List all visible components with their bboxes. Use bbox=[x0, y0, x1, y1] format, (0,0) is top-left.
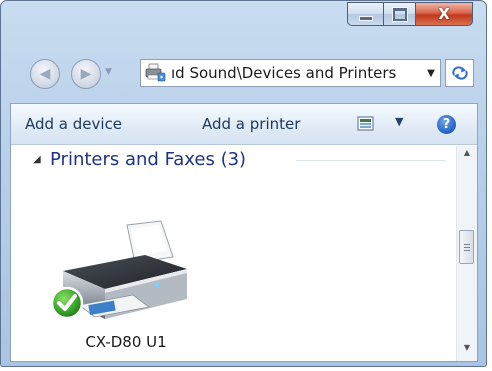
address-path[interactable]: ıd Sound\Devices and Printers bbox=[171, 64, 422, 82]
printer-icon bbox=[50, 220, 187, 320]
collapse-triangle-icon[interactable]: ◢ bbox=[33, 154, 41, 165]
refresh-button[interactable] bbox=[445, 59, 474, 87]
change-view-icon[interactable] bbox=[357, 116, 381, 132]
chevron-down-icon: ▼ bbox=[395, 115, 404, 128]
content-pane: Add a device Add a printer ▼ ? ◢ Printer… bbox=[10, 103, 478, 362]
back-button[interactable]: ◀ bbox=[30, 59, 60, 89]
help-icon: ? bbox=[442, 117, 451, 132]
forward-arrow-icon: ▶ bbox=[80, 66, 92, 82]
group-title: Printers and Faxes (3) bbox=[50, 149, 247, 170]
scroll-down-button[interactable]: ▼ bbox=[457, 343, 477, 359]
scroll-thumb[interactable] bbox=[459, 230, 474, 264]
add-printer-button[interactable]: Add a printer bbox=[202, 115, 300, 133]
refresh-icon bbox=[451, 66, 468, 80]
recent-pages-button[interactable]: ▼ bbox=[105, 67, 112, 77]
title-bar[interactable]: X bbox=[1, 1, 486, 49]
maximize-icon bbox=[392, 7, 407, 21]
group-header[interactable]: ◢ Printers and Faxes (3) bbox=[11, 146, 456, 172]
minimize-icon bbox=[358, 15, 373, 21]
view-options-dropdown[interactable]: ▼ bbox=[395, 115, 403, 128]
vertical-scrollbar[interactable]: ▲ ▼ bbox=[456, 146, 477, 361]
chevron-down-icon: ▼ bbox=[427, 67, 435, 79]
back-arrow-icon: ◀ bbox=[39, 66, 51, 82]
caption-buttons: X bbox=[347, 2, 473, 26]
chevron-up-icon: ▲ bbox=[463, 148, 471, 157]
minimize-button[interactable] bbox=[347, 2, 383, 26]
forward-button[interactable]: ▶ bbox=[71, 59, 101, 89]
group-divider bbox=[296, 160, 446, 161]
device-item[interactable]: CX-D80 U1 bbox=[41, 209, 211, 361]
devices-printers-icon bbox=[145, 63, 166, 82]
grip-line bbox=[464, 244, 470, 245]
command-bar: Add a device Add a printer ▼ ? bbox=[11, 104, 477, 145]
address-dropdown-button[interactable]: ▼ bbox=[422, 60, 440, 86]
explorer-window: X ◀ ▶ ▼ ıd Sound\Devices and Printers ▼ bbox=[0, 0, 487, 367]
close-button[interactable]: X bbox=[415, 2, 473, 26]
close-icon: X bbox=[438, 5, 450, 23]
grip-line bbox=[464, 247, 470, 248]
address-bar[interactable]: ıd Sound\Devices and Printers ▼ bbox=[140, 59, 441, 87]
chevron-down-icon: ▼ bbox=[105, 67, 112, 77]
add-device-button[interactable]: Add a device bbox=[25, 115, 122, 133]
chevron-down-icon: ▼ bbox=[463, 343, 471, 352]
maximize-button[interactable] bbox=[383, 2, 415, 26]
help-button[interactable]: ? bbox=[437, 115, 456, 134]
grip-line bbox=[464, 250, 470, 251]
navigation-bar: ◀ ▶ ▼ ıd Sound\Devices and Printers ▼ bbox=[1, 49, 486, 101]
scroll-up-button[interactable]: ▲ bbox=[457, 148, 477, 164]
device-name: CX-D80 U1 bbox=[85, 333, 167, 351]
